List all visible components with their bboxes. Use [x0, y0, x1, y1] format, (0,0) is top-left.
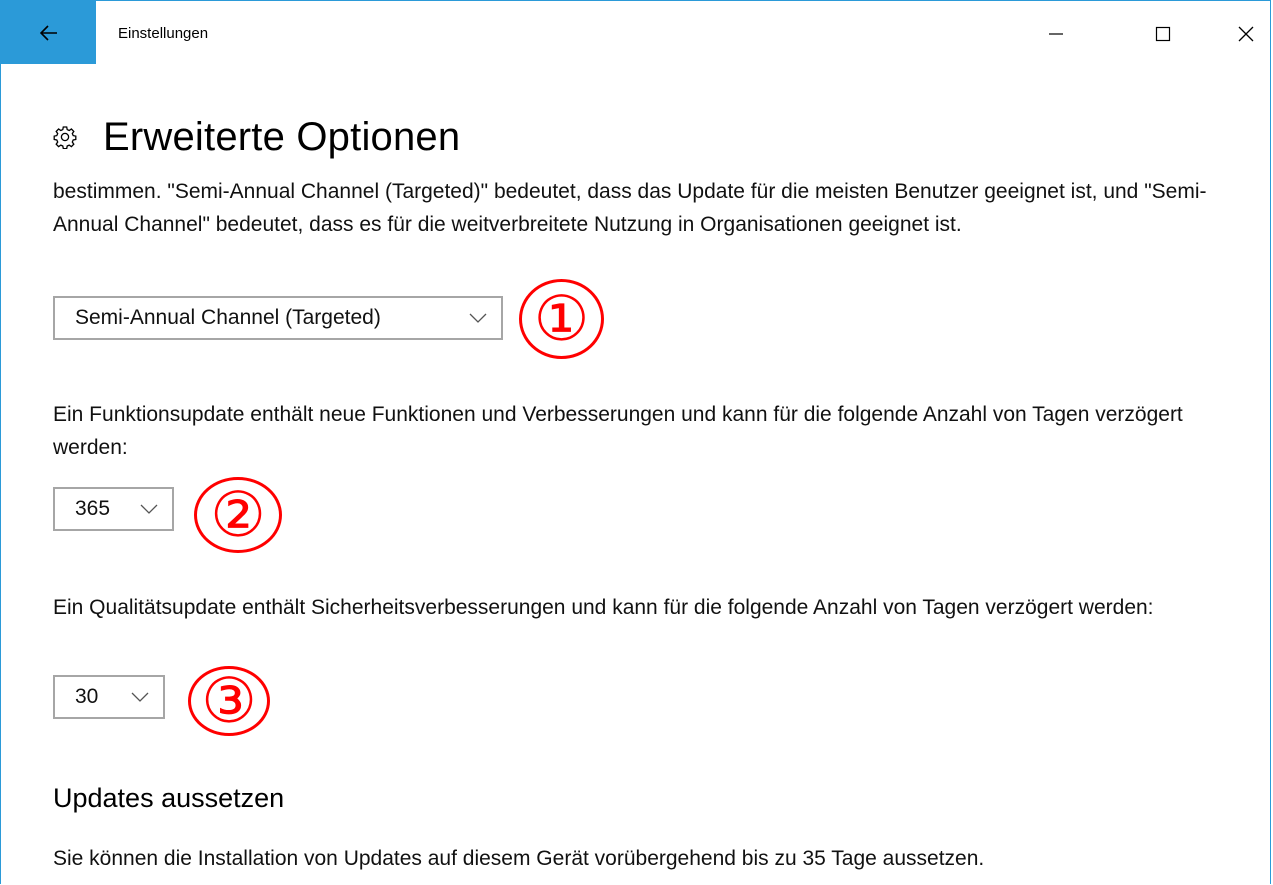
- close-icon: [1238, 26, 1254, 42]
- quality-update-days-dropdown[interactable]: 30: [53, 675, 165, 719]
- gear-icon: [53, 126, 77, 149]
- quality-update-days-value: 30: [75, 685, 99, 708]
- annotation-circle-3: ③: [188, 666, 270, 736]
- feature-update-description: Ein Funktionsupdate enthält neue Funktio…: [53, 403, 1183, 459]
- back-button[interactable]: [1, 1, 96, 64]
- settings-window: Einstellungen Erweiterte Optionen bestim…: [0, 0, 1271, 884]
- maximize-icon: [1155, 26, 1171, 42]
- minimize-button[interactable]: [1033, 11, 1079, 57]
- branch-dropdown-value: Semi-Annual Channel (Targeted): [75, 306, 381, 329]
- pause-updates-description: Sie können die Installation von Updates …: [53, 847, 985, 870]
- pause-updates-heading: Updates aussetzen: [53, 783, 285, 813]
- branch-dropdown[interactable]: Semi-Annual Channel (Targeted): [53, 296, 503, 340]
- quality-update-description: Ein Qualitätsupdate enthält Sicherheitsv…: [53, 596, 1154, 619]
- feature-update-days-value: 365: [75, 497, 111, 520]
- maximize-button[interactable]: [1140, 11, 1186, 57]
- feature-update-days-dropdown[interactable]: 365: [53, 487, 174, 531]
- branch-description: bestimmen. "Semi-Annual Channel (Targete…: [53, 180, 1207, 236]
- app-title: Einstellungen: [118, 25, 209, 42]
- page-header: Erweiterte Optionen: [53, 109, 460, 165]
- minimize-icon: [1049, 33, 1063, 35]
- chevron-down-icon: [140, 504, 158, 514]
- annotation-circle-2: ②: [194, 477, 282, 553]
- chevron-down-icon: [469, 313, 487, 323]
- back-arrow-icon: [39, 24, 57, 41]
- annotation-circle-1: ①: [519, 279, 604, 359]
- title-bar: Einstellungen: [1, 1, 1270, 69]
- page-title: Erweiterte Optionen: [103, 114, 461, 159]
- chevron-down-icon: [131, 692, 149, 702]
- close-button[interactable]: [1223, 11, 1269, 57]
